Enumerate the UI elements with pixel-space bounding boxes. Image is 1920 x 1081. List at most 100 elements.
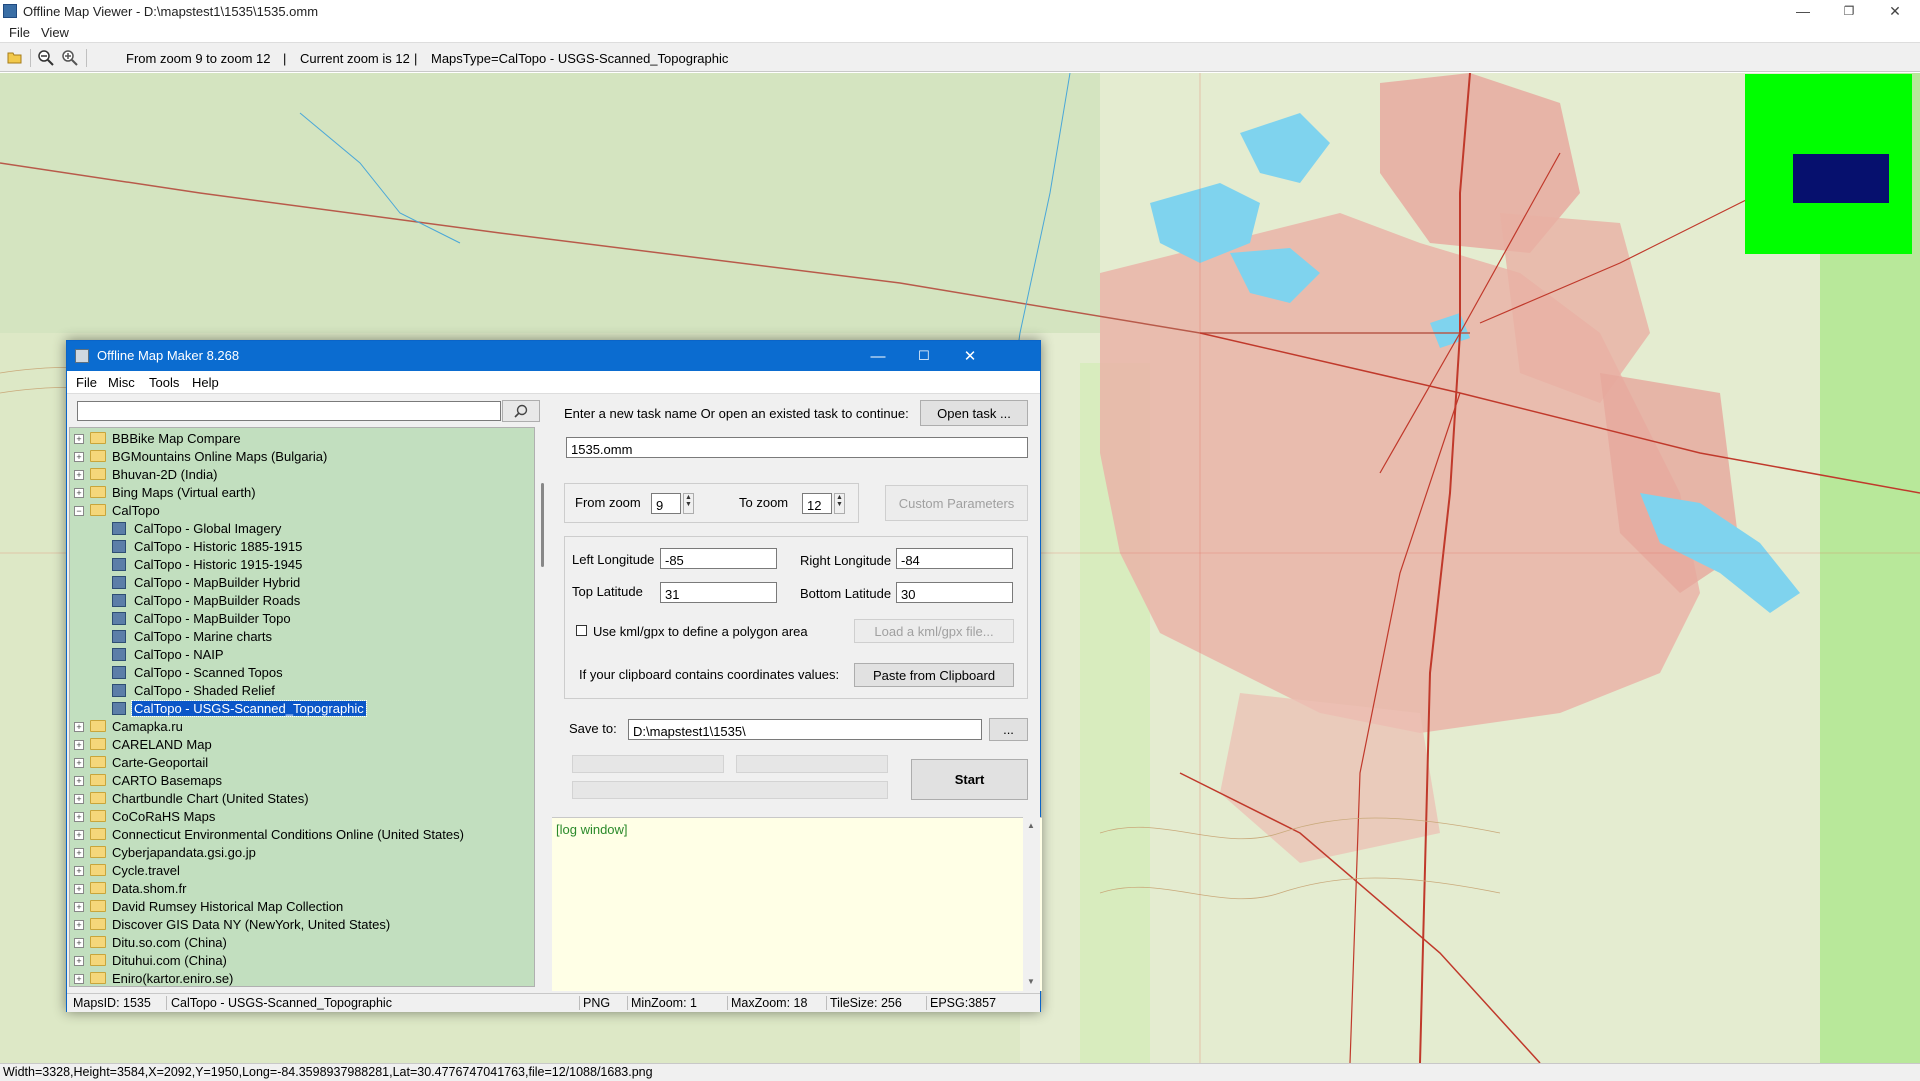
expand-icon[interactable]: + — [74, 776, 84, 786]
tree-folder-item[interactable]: + Camapka.ru — [70, 718, 510, 736]
tree-folder-item[interactable]: + CoCoRaHS Maps — [70, 808, 510, 826]
tree-map-item[interactable]: CalTopo - MapBuilder Hybrid — [70, 574, 510, 592]
tree-item-label: Eniro(kartor.eniro.se) — [112, 971, 234, 986]
expand-icon[interactable]: + — [74, 452, 84, 462]
dialog-close-button[interactable]: ✕ — [947, 341, 993, 371]
tree-map-item[interactable]: CalTopo - Historic 1885-1915 — [70, 538, 510, 556]
dialog-menu-misc[interactable]: Misc — [108, 375, 135, 390]
dialog-menu-tools[interactable]: Tools — [149, 375, 179, 390]
tree-folder-item[interactable]: + Chartbundle Chart (United States) — [70, 790, 510, 808]
tree-map-item[interactable]: CalTopo - Historic 1915-1945 — [70, 556, 510, 574]
expand-icon[interactable]: + — [74, 740, 84, 750]
start-button[interactable]: Start — [911, 759, 1028, 800]
tree-folder-item[interactable]: + Data.shom.fr — [70, 880, 510, 898]
tree-folder-item[interactable]: − CalTopo — [70, 502, 510, 520]
dialog-minimize-button[interactable]: — — [855, 341, 901, 371]
menu-file[interactable]: File — [9, 25, 30, 40]
tree-folder-item[interactable]: + Connecticut Environmental Conditions On… — [70, 826, 510, 844]
overview-minimap[interactable] — [1745, 74, 1912, 254]
close-button[interactable]: ✕ — [1872, 0, 1918, 22]
open-task-button[interactable]: Open task ... — [920, 400, 1028, 426]
expand-icon[interactable]: + — [74, 722, 84, 732]
left-longitude-input[interactable] — [660, 548, 777, 569]
expand-icon[interactable]: + — [74, 884, 84, 894]
folder-icon — [90, 972, 106, 984]
minimap-viewport[interactable] — [1793, 154, 1889, 203]
dialog-maximize-button[interactable]: ☐ — [901, 341, 947, 371]
expand-icon[interactable]: + — [74, 974, 84, 984]
from-zoom-input[interactable] — [651, 493, 681, 514]
expand-icon[interactable]: + — [74, 938, 84, 948]
expand-icon[interactable]: + — [74, 902, 84, 912]
tree-folder-item[interactable]: + BBBike Map Compare — [70, 430, 510, 448]
dialog-menu-file[interactable]: File — [76, 375, 97, 390]
toolbar-separator — [30, 49, 31, 67]
tree-map-item[interactable]: CalTopo - USGS-Scanned_Topographic — [70, 700, 510, 718]
tree-folder-item[interactable]: + David Rumsey Historical Map Collection — [70, 898, 510, 916]
custom-parameters-button[interactable]: Custom Parameters — [885, 485, 1028, 521]
tree-map-item[interactable]: CalTopo - Shaded Relief — [70, 682, 510, 700]
paste-clipboard-button[interactable]: Paste from Clipboard — [854, 663, 1014, 687]
expand-icon[interactable]: + — [74, 812, 84, 822]
expand-icon[interactable]: + — [74, 470, 84, 480]
scroll-up-icon[interactable]: ▲ — [1027, 821, 1035, 830]
expand-icon[interactable]: + — [74, 830, 84, 840]
tree-folder-item[interactable]: + Dituhui.com (China) — [70, 952, 510, 970]
zoom-in-icon[interactable] — [62, 50, 78, 66]
load-kml-button[interactable]: Load a kml/gpx file... — [854, 619, 1014, 643]
map-search-input[interactable] — [77, 401, 501, 421]
tree-folder-item[interactable]: + CARELAND Map — [70, 736, 510, 754]
dialog-menu-help[interactable]: Help — [192, 375, 219, 390]
restore-button[interactable]: ❐ — [1826, 0, 1872, 22]
tree-folder-item[interactable]: + CARTO Basemaps — [70, 772, 510, 790]
tree-scroll-thumb[interactable] — [541, 483, 544, 567]
menu-view[interactable]: View — [41, 25, 69, 40]
tree-map-item[interactable]: CalTopo - MapBuilder Roads — [70, 592, 510, 610]
tree-folder-item[interactable]: + BGMountains Online Maps (Bulgaria) — [70, 448, 510, 466]
expand-icon[interactable]: + — [74, 866, 84, 876]
log-window[interactable]: [log window] — [552, 817, 1042, 991]
to-zoom-input[interactable] — [802, 493, 832, 514]
tree-folder-item[interactable]: + Cycle.travel — [70, 862, 510, 880]
expand-icon[interactable]: + — [74, 956, 84, 966]
tree-item-label: CalTopo - Global Imagery — [134, 521, 282, 536]
tree-folder-item[interactable]: + Discover GIS Data NY (NewYork, United S… — [70, 916, 510, 934]
tree-folder-item[interactable]: + Bing Maps (Virtual earth) — [70, 484, 510, 502]
expand-icon[interactable]: + — [74, 794, 84, 804]
tree-map-item[interactable]: CalTopo - Global Imagery — [70, 520, 510, 538]
save-path-input[interactable] — [628, 719, 982, 740]
from-zoom-stepper[interactable]: ▲ ▼ — [683, 493, 694, 514]
expand-icon[interactable]: + — [74, 848, 84, 858]
collapse-icon[interactable]: − — [74, 506, 84, 516]
browse-button[interactable]: ... — [989, 718, 1028, 741]
tree-folder-item[interactable]: + Carte-Geoportail — [70, 754, 510, 772]
expand-icon[interactable]: + — [74, 434, 84, 444]
minimize-button[interactable]: — — [1780, 0, 1826, 22]
expand-icon[interactable]: + — [74, 758, 84, 768]
search-button[interactable] — [502, 400, 540, 422]
tree-scrollbar[interactable] — [537, 427, 551, 987]
right-longitude-input[interactable] — [896, 548, 1013, 569]
folder-icon — [90, 468, 106, 480]
tree-folder-item[interactable]: + Bhuvan-2D (India) — [70, 466, 510, 484]
map-source-tree[interactable]: + BBBike Map Compare + BGMountains Online M… — [69, 427, 535, 987]
tree-folder-item[interactable]: + Ditu.so.com (China) — [70, 934, 510, 952]
scroll-down-icon[interactable]: ▼ — [1027, 977, 1035, 986]
tree-map-item[interactable]: CalTopo - Scanned Topos — [70, 664, 510, 682]
top-latitude-input[interactable] — [660, 582, 777, 603]
tree-map-item[interactable]: CalTopo - NAIP — [70, 646, 510, 664]
bottom-latitude-input[interactable] — [896, 582, 1013, 603]
kml-checkbox[interactable] — [576, 625, 587, 636]
tree-folder-item[interactable]: + Eniro(kartor.eniro.se) — [70, 970, 510, 986]
expand-icon[interactable]: + — [74, 488, 84, 498]
task-name-input[interactable] — [566, 437, 1028, 458]
tree-map-item[interactable]: CalTopo - MapBuilder Topo — [70, 610, 510, 628]
tree-folder-item[interactable]: + Cyberjapandata.gsi.go.jp — [70, 844, 510, 862]
log-scrollbar[interactable]: ▲ ▼ — [1023, 817, 1040, 991]
tree-item-label: Bing Maps (Virtual earth) — [112, 485, 256, 500]
tree-map-item[interactable]: CalTopo - Marine charts — [70, 628, 510, 646]
expand-icon[interactable]: + — [74, 920, 84, 930]
zoom-out-icon[interactable] — [38, 50, 54, 66]
open-folder-icon[interactable] — [7, 50, 23, 64]
to-zoom-stepper[interactable]: ▲ ▼ — [834, 493, 845, 514]
